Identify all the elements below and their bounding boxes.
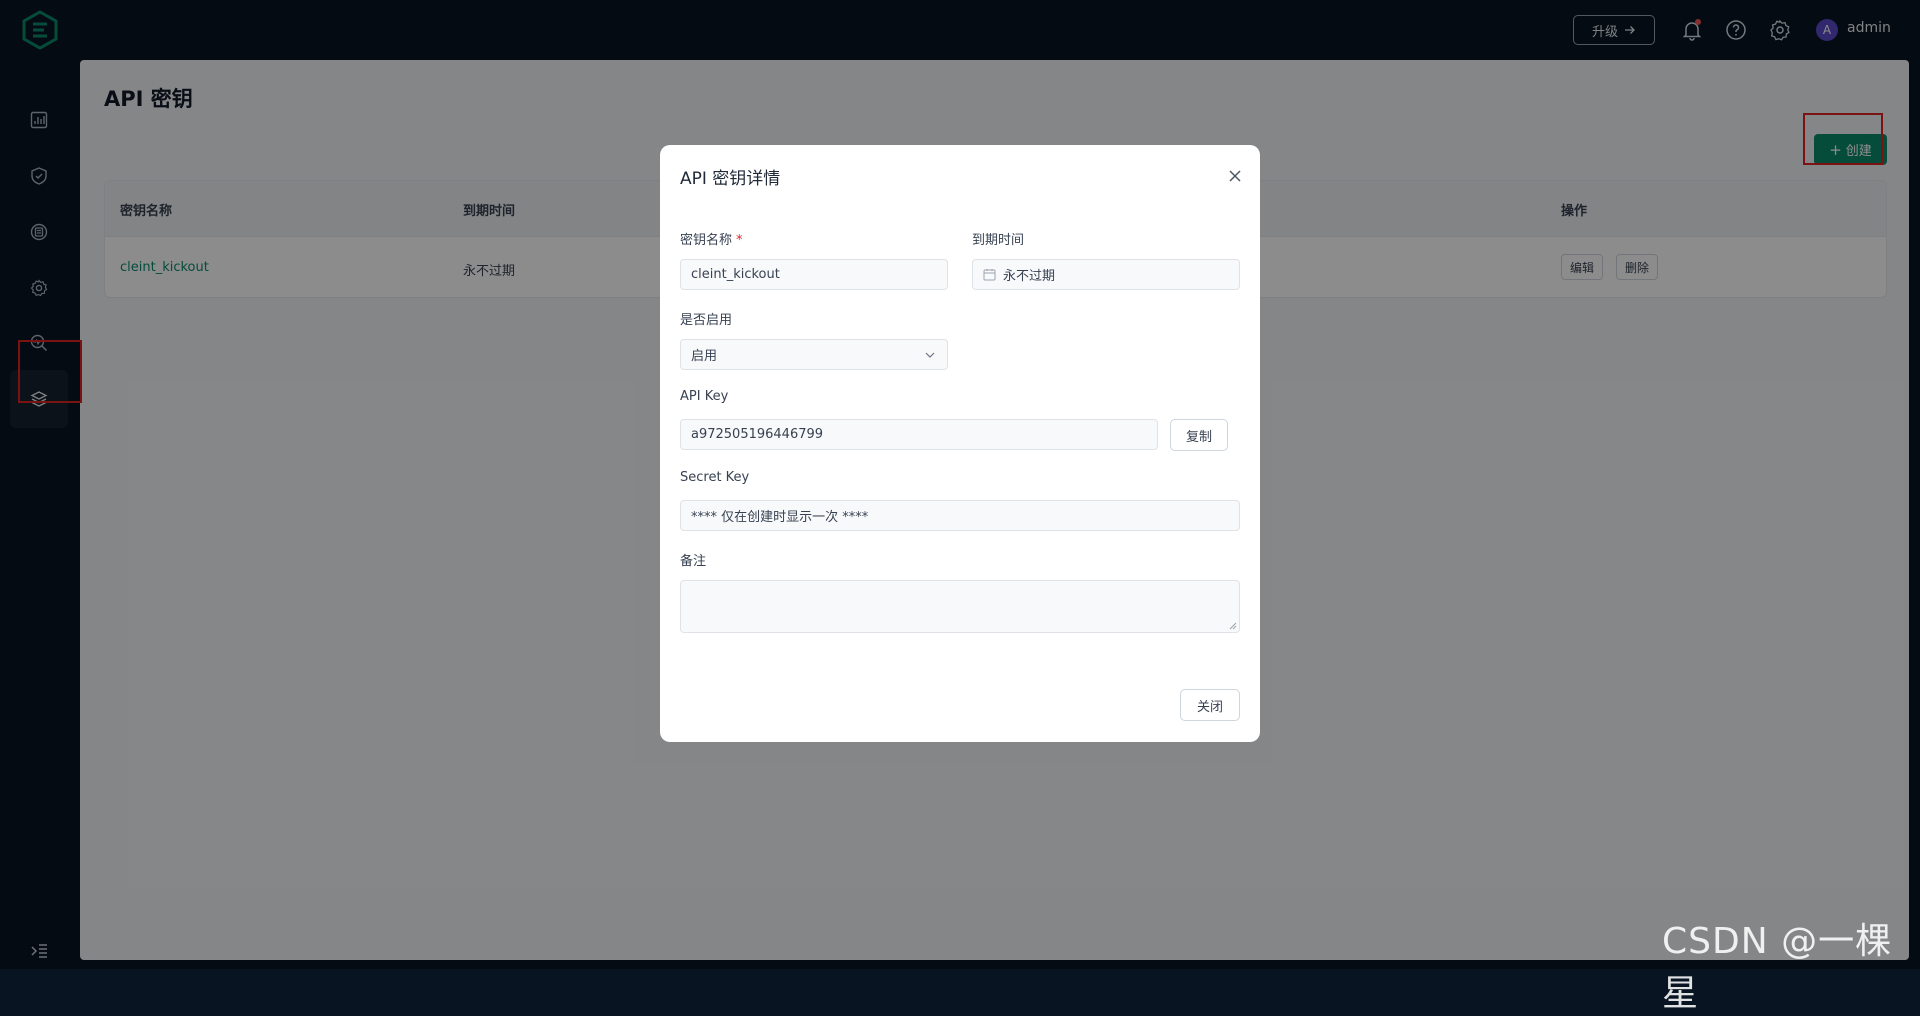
expire-date-picker[interactable]: 永不过期 — [972, 259, 1240, 290]
enable-select[interactable]: 启用 — [680, 339, 948, 370]
api-key-label: API Key — [680, 389, 729, 404]
expire-label: 到期时间 — [972, 233, 1025, 248]
resize-grip-icon[interactable] — [1229, 622, 1237, 630]
required-marker: * — [736, 233, 743, 248]
key-name-input[interactable]: cleint_kickout — [680, 259, 948, 290]
copy-button[interactable]: 复制 — [1170, 419, 1228, 451]
name-label: 密钥名称 * — [680, 229, 743, 248]
secret-key-label: Secret Key — [680, 470, 750, 485]
calendar-icon — [983, 269, 996, 281]
api-key-input[interactable]: a972505196446799 — [680, 419, 1158, 450]
secret-key-input[interactable]: **** 仅在创建时显示一次 **** — [680, 500, 1240, 531]
close-icon[interactable] — [1226, 167, 1244, 185]
api-key-detail-dialog: API 密钥详情 密钥名称 * cleint_kickout 到期时间 永不过期 … — [660, 145, 1260, 742]
secret-key-value: **** 仅在创建时显示一次 **** — [691, 510, 869, 525]
api-key-value: a972505196446799 — [691, 427, 824, 442]
close-button[interactable]: 关闭 — [1180, 689, 1240, 721]
watermark: CSDN @一棵星 — [1662, 921, 1893, 1014]
chevron-down-icon — [925, 352, 935, 358]
note-textarea[interactable] — [680, 580, 1240, 633]
note-label: 备注 — [680, 554, 707, 569]
dialog-title: API 密钥详情 — [680, 169, 781, 189]
expire-value: 永不过期 — [1003, 269, 1056, 284]
enable-label: 是否启用 — [680, 313, 733, 328]
name-label-text: 密钥名称 — [680, 233, 733, 248]
key-name-value: cleint_kickout — [691, 267, 780, 282]
enable-value: 启用 — [691, 349, 718, 364]
